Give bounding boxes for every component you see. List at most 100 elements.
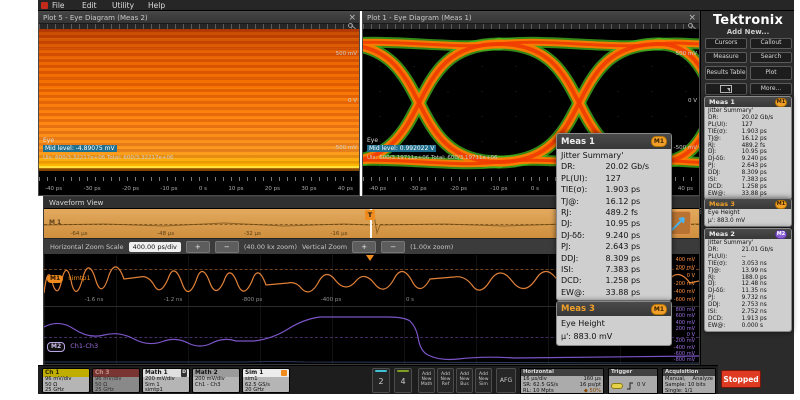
- math1-d-icon: D: [181, 369, 187, 377]
- meas-row: DJ-δδ: 9.240 ps: [708, 156, 767, 163]
- meas-row: EW@: 0.000 s: [708, 322, 764, 329]
- v-zoom-plus-button[interactable]: +: [352, 240, 377, 253]
- meas-row: TJ@: 13.99 ns: [708, 267, 767, 274]
- cursors-button[interactable]: Cursors: [705, 38, 747, 49]
- meas-row: TJ@: 16.12 ps: [708, 135, 767, 142]
- m2-source-label: Ch1-Ch3: [70, 342, 99, 350]
- meas-row: DCD: 1.258 ps: [708, 183, 767, 190]
- meas3-popup-line2: µ': 883.0 mV: [561, 332, 613, 341]
- stopped-button[interactable]: Stopped: [721, 370, 761, 388]
- h-zoom-factor: (40.00 kx zoom): [243, 242, 297, 251]
- acquisition-panel[interactable]: Acquisition Manual, Analyze Sample: 10 bi…: [662, 368, 716, 394]
- meas-row: DCD: 1.913 ps: [708, 315, 767, 322]
- more-button[interactable]: More...: [750, 83, 792, 95]
- meas-row: DJ-δδ: 9.240 ps: [561, 230, 641, 240]
- m1-source-row[interactable]: M1 simtp1: [47, 265, 91, 284]
- trigger-slope-icon: [627, 382, 633, 389]
- measure-button[interactable]: Measure: [705, 52, 747, 63]
- meas-row: RJ: 489.2 fs: [708, 142, 766, 149]
- h-zoom-minus-button[interactable]: −: [214, 240, 239, 253]
- ch4-button[interactable]: 4: [394, 368, 412, 393]
- add-new-bus-button[interactable]: Add New Bus: [456, 368, 473, 393]
- screen-icon: [720, 85, 732, 93]
- meas2-panel-source-badge: M2: [775, 229, 787, 239]
- screen-capture-button[interactable]: [705, 83, 747, 95]
- add-new-ref-button[interactable]: Add New Ref: [437, 368, 454, 393]
- meas3-popup-title: Meas 3: [561, 304, 595, 314]
- callout-button[interactable]: Callout: [750, 38, 792, 49]
- menu-utility[interactable]: Utility: [112, 1, 134, 10]
- meas-row: DJ-δδ: 11.35 ns: [708, 288, 767, 295]
- meas-row: PJ: 2.643 ps: [708, 163, 767, 170]
- screenshot-root: File Edit Utility Help Plot 5 - Eye Diag…: [0, 0, 800, 400]
- app-icon: [41, 2, 48, 9]
- meas3-popup-source-badge: M1: [651, 303, 667, 315]
- plot-button[interactable]: Plot: [750, 66, 792, 80]
- meas-row: DJ: 10.95 ps: [708, 149, 767, 156]
- h-zoom-plus-button[interactable]: +: [185, 240, 210, 253]
- meas3-panel-header[interactable]: Meas 3 M1: [705, 199, 791, 209]
- ch3-badge[interactable]: Ch 3 96 mV/div 50 Ω 25 GHz: [92, 368, 140, 393]
- results-table-button[interactable]: Results Table: [705, 66, 747, 80]
- meas2-sidebar-panel[interactable]: Meas 2 M2 Jitter Summary' DR: 21.01 Gb/s…: [704, 228, 792, 332]
- v-zoom-minus-button[interactable]: −: [381, 240, 406, 253]
- expansion-point-marker[interactable]: [366, 255, 374, 261]
- meas-row: RJ: 188.0 ps: [708, 274, 767, 281]
- meas3-sidebar-panel[interactable]: Meas 3 M1 Eye Height µ': 883.0 mV: [704, 198, 792, 228]
- meas-row: DR: 21.01 Gb/s: [708, 246, 774, 253]
- plot5-overlay-eye: Eye: [43, 137, 55, 144]
- menu-file[interactable]: File: [52, 1, 65, 10]
- meas1-panel-header[interactable]: Meas 1 M1: [705, 97, 791, 107]
- meas-row: ISI: 2.752 ns: [708, 309, 767, 316]
- afg-button[interactable]: AFG: [496, 368, 516, 393]
- meas1-popup[interactable]: Meas 1 M1 Jitter Summary' DR: 20.02 Gb/s…: [556, 133, 672, 302]
- meas3-popup-header[interactable]: Meas 3 M1: [557, 302, 671, 316]
- meas-row: ISI: 7.383 ps: [561, 265, 641, 275]
- plot5-overlay-midlevel: Mid level: -4.89075 mV: [43, 145, 117, 152]
- ch2-button[interactable]: 2: [372, 368, 390, 393]
- meas-row: DR: 20.02 Gb/s: [561, 162, 650, 172]
- trigger-panel[interactable]: Trigger 0 V: [608, 368, 658, 394]
- h-zoom-scale-value[interactable]: 400.00 ps/div: [128, 241, 181, 252]
- meas-row: DCD: 1.258 ps: [561, 276, 641, 286]
- ch1-badge[interactable]: Ch 1 96 mV/div 50 Ω 25 GHz: [42, 368, 90, 393]
- plot5-overlay-uis: UIs: 600/3.32217e+06 Total: 600/3.32217e…: [43, 155, 174, 161]
- meas-row: TJ@: 16.12 ps: [561, 196, 641, 206]
- m2-source-row[interactable]: M2 Ch1-Ch3: [47, 333, 98, 352]
- horizontal-panel[interactable]: Horizontal 16 µs/div 160 µs SR: 62.5 GS/s…: [520, 368, 604, 394]
- meas1-sidebar-panel[interactable]: Meas 1 M1 Jitter Summary' DR: 20.02 Gb/s…: [704, 96, 792, 200]
- meas2-panel-header[interactable]: Meas 2 M2: [705, 229, 791, 239]
- meas3-popup[interactable]: Meas 3 M1 Eye Height µ': 883.0 mV: [556, 301, 672, 346]
- m2-badge[interactable]: M2: [47, 342, 66, 352]
- meas-row: EW@: 33.88 ps: [561, 287, 641, 297]
- v-zoom-factor: (1.00x zoom): [410, 242, 454, 251]
- sim-status-icon: [281, 370, 287, 376]
- tektronix-logo: Tektronix: [712, 13, 784, 28]
- meas-row: TIE(σ): 1.903 ps: [708, 128, 767, 135]
- menu-help[interactable]: Help: [148, 1, 165, 10]
- m1-vertical-scale: 400 mV 200 mV 0 V -200 mV -400 mV -600 mV: [673, 257, 695, 303]
- meas-row: EW@: 33.88 ps: [708, 190, 767, 197]
- meas1-popup-rows: DR: 20.02 Gb/s PL(UI): 127 TIE(σ): 1.903…: [561, 161, 667, 298]
- overview-ticks: -64 µs -48 µs -32 µs -16 µs: [70, 231, 348, 237]
- trigger-flag[interactable]: T: [365, 210, 375, 220]
- meas1-popup-header[interactable]: Meas 1 M1: [557, 134, 671, 149]
- menu-edit[interactable]: Edit: [82, 1, 97, 10]
- meas-row: TIE(σ): 1.903 ps: [561, 185, 641, 195]
- math1-badge[interactable]: Math 1 D 200 mV/div Sim 1 simtp1: [142, 368, 190, 393]
- math2-badge[interactable]: Math 2 200 mV/div Ch1 - Ch3: [192, 368, 240, 393]
- meas-row: DJ: 12.48 ns: [708, 281, 767, 288]
- meas-row: PJ: 9.732 ns: [708, 295, 767, 302]
- plot1-overlay-midlevel: Mid level: 0.992022 V: [367, 145, 437, 152]
- sim1-badge[interactable]: Sim 1 sim1 62.5 GS/s 20 GHz: [242, 368, 290, 393]
- sidebar: Tektronix Add New... Cursors Callout Mea…: [697, 11, 794, 394]
- add-new-math-button[interactable]: Add New Math: [418, 368, 435, 393]
- meas3-popup-line1: Eye Height: [561, 319, 605, 328]
- search-button[interactable]: Search: [750, 52, 792, 63]
- m1-badge[interactable]: M1: [47, 275, 64, 283]
- overview-m1-label: M 1: [49, 219, 62, 226]
- bottom-toolbar: Ch 1 96 mV/div 50 Ω 25 GHz Ch 3 96 mV/div 5…: [38, 365, 718, 394]
- plot5-x-axis: [39, 177, 359, 181]
- meas1-popup-source-badge: M1: [651, 136, 667, 147]
- add-new-sim-button[interactable]: Add New Sim: [475, 368, 492, 393]
